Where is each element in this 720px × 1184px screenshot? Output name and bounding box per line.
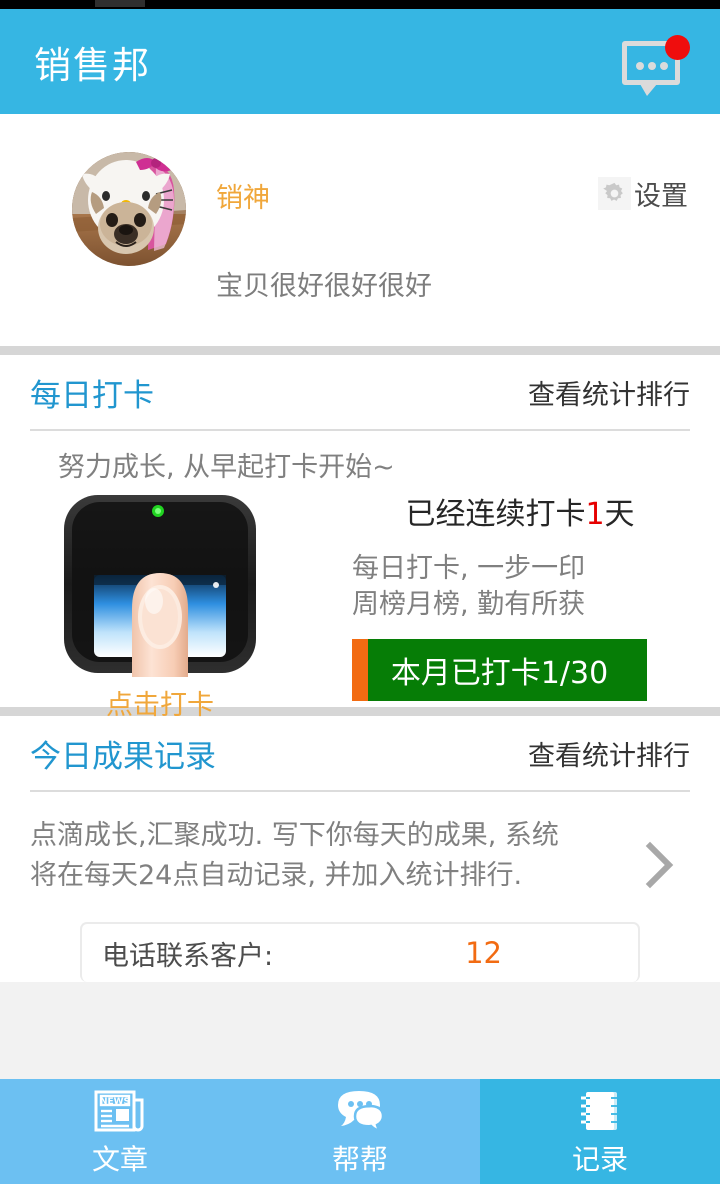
- section-divider: [0, 346, 720, 355]
- settings-label: 设置: [634, 181, 688, 212]
- app-screen: 销售邦 销神 宝贝很好很好很好 设置 每日打卡 查看统计排行 努力成长, 从早起…: [0, 0, 720, 1184]
- gear-icon: [598, 177, 631, 210]
- record-ranking-link[interactable]: 查看统计排行: [528, 734, 690, 773]
- chevron-right-icon[interactable]: [642, 840, 676, 894]
- tab-help[interactable]: 帮帮: [240, 1079, 480, 1184]
- today-record-section: 今日成果记录 查看统计排行 点滴成长,汇聚成功. 写下你每天的成果, 系统 将在…: [0, 716, 720, 982]
- record-section-title: 今日成果记录: [30, 738, 216, 775]
- status-bar-notch: [95, 0, 145, 7]
- streak-suffix: 天: [604, 497, 635, 532]
- settings-button[interactable]: 设置: [598, 174, 688, 213]
- tab-articles[interactable]: NEWS 文章: [0, 1079, 240, 1184]
- streak-prefix: 已经连续打卡: [405, 497, 586, 532]
- checkin-ranking-link[interactable]: 查看统计排行: [528, 373, 690, 412]
- checkin-slogan-line2: 周榜月榜, 勤有所获: [352, 589, 586, 620]
- checkin-info: 已经连续打卡1天 每日打卡, 一步一印 周榜月榜, 勤有所获 本月已打卡1/30: [352, 489, 688, 701]
- checkin-fingerprint-button[interactable]: 点击打卡: [58, 489, 262, 722]
- newspaper-icon: NEWS: [94, 1086, 146, 1136]
- daily-checkin-section: 每日打卡 查看统计排行 努力成长, 从早起打卡开始~ 点击打卡 已经连续打卡1天…: [0, 355, 720, 721]
- profile-signature: 宝贝很好很好很好: [216, 271, 432, 302]
- profile-section: 销神 宝贝很好很好很好 设置: [0, 114, 720, 346]
- message-bubble-tail: [640, 84, 657, 96]
- checkin-slogan: 每日打卡, 一步一印 周榜月榜, 勤有所获: [352, 551, 688, 623]
- fingerprint-scanner-icon: [64, 495, 256, 677]
- record-description-line1: 点滴成长,汇聚成功. 写下你每天的成果, 系统: [30, 820, 559, 851]
- tab-articles-label: 文章: [91, 1142, 148, 1176]
- message-button[interactable]: [618, 35, 690, 97]
- chat-bubbles-icon: [334, 1086, 386, 1136]
- notebook-icon: [577, 1086, 623, 1136]
- streak-days: 1: [585, 497, 605, 532]
- svg-text:NEWS: NEWS: [100, 1097, 130, 1107]
- tab-help-label: 帮帮: [331, 1142, 388, 1176]
- progress-label: 本月已打卡1/30: [390, 656, 609, 691]
- record-body[interactable]: 点滴成长,汇聚成功. 写下你每天的成果, 系统 将在每天24点自动记录, 并加入…: [0, 792, 720, 982]
- tab-records-label: 记录: [571, 1142, 628, 1176]
- progress-filled-segment: [352, 639, 368, 701]
- profile-nickname: 销神: [216, 183, 270, 214]
- page-title: 销售邦: [34, 43, 151, 87]
- checkin-section-title: 每日打卡: [30, 377, 154, 414]
- stat-value: 12: [465, 936, 503, 970]
- app-header: 销售邦: [0, 9, 720, 114]
- record-description: 点滴成长,汇聚成功. 写下你每天的成果, 系统 将在每天24点自动记录, 并加入…: [30, 816, 592, 896]
- table-row[interactable]: 电话联系客户: 12: [80, 922, 640, 982]
- avatar[interactable]: [72, 152, 186, 266]
- bottom-navigation: NEWS 文章 帮帮 记录: [0, 1079, 720, 1184]
- record-description-line2: 将在每天24点自动记录, 并加入统计排行.: [30, 860, 523, 891]
- checkin-section-header: 每日打卡 查看统计排行: [0, 355, 720, 429]
- status-bar: [0, 0, 720, 9]
- tab-records[interactable]: 记录: [480, 1079, 720, 1184]
- checkin-tip: 努力成长, 从早起打卡开始~: [58, 452, 395, 483]
- stat-label: 电话联系客户:: [102, 940, 274, 972]
- checkin-body: 努力成长, 从早起打卡开始~ 点击打卡 已经连续打卡1天 每日打卡, 一步一印 …: [0, 431, 720, 721]
- record-section-header: 今日成果记录 查看统计排行: [0, 716, 720, 790]
- monthly-progress-bar[interactable]: 本月已打卡1/30: [352, 639, 647, 701]
- unread-badge: [665, 35, 690, 60]
- checkin-slogan-line1: 每日打卡, 一步一印: [352, 553, 586, 584]
- checkin-streak: 已经连续打卡1天: [352, 489, 688, 533]
